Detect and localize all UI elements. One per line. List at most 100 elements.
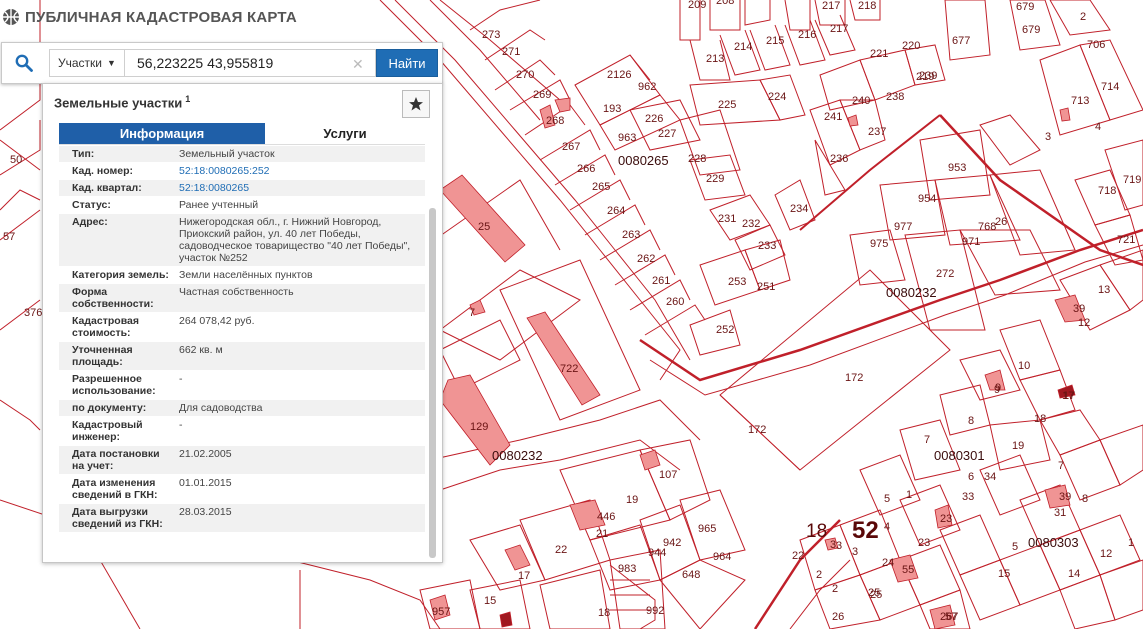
parcel-number-label: 963 (618, 132, 636, 144)
panel-title-text: Земельные участки (54, 95, 183, 111)
parcel-number-label: 225 (718, 99, 736, 111)
parcel-number-label: 227 (658, 128, 676, 140)
panel-scrollbar[interactable] (429, 208, 436, 558)
parcel-number-label: 4 (1095, 121, 1101, 133)
parcel-number-label: 26 (995, 216, 1007, 228)
building-number-label: 26 (832, 611, 844, 623)
parcel-number-label: 214 (734, 41, 752, 53)
parcel-number-label: 992 (646, 605, 664, 617)
parcel-number-label: 15 (484, 595, 496, 607)
parcel-number-label: 962 (638, 81, 656, 93)
parcel-number-label: 714 (1101, 81, 1119, 93)
building-number-label: 25 (478, 221, 490, 233)
parcel-number-label: 50 (10, 154, 22, 166)
parcel-number-label: 251 (757, 281, 775, 293)
parcel-number-label: 193 (603, 103, 621, 115)
parcel-number-label: 22 (792, 550, 804, 562)
attribute-key: Кад. номер: (72, 165, 134, 177)
parcel-number-label: 17 (518, 570, 530, 582)
tab-information[interactable]: Информация (59, 123, 265, 144)
parcel-number-label: 376 (24, 307, 42, 319)
parcel-number-label: 718 (1098, 185, 1116, 197)
search-type-select[interactable]: Участки ▼ (49, 49, 124, 77)
attribute-value: 21.02.2005 (179, 448, 232, 460)
chevron-down-icon: ▼ (107, 58, 116, 68)
parcel-number-label: 8 (1082, 493, 1088, 505)
parcel-number-label: 954 (918, 193, 936, 205)
attribute-value-link[interactable]: 52:18:0080265 (177, 180, 425, 196)
parcel-number-label: 217 (822, 0, 840, 12)
quarter-label: 0080232 (886, 285, 937, 300)
parcel-number-label: 4 (884, 521, 890, 533)
attribute-value: Земли населённых пунктов (179, 269, 313, 281)
app-header: ПУБЛИЧНАЯ КАДАСТРОВАЯ КАРТА (0, 0, 297, 34)
parcel-number-label: 236 (830, 153, 848, 165)
parcel-number-label: 172 (845, 372, 863, 384)
parcel-number-label: 263 (622, 229, 640, 241)
parcel-number-label: 713 (1071, 95, 1089, 107)
attribute-row: по документу: Для садоводства (59, 400, 425, 417)
attribute-key: Статус: (72, 199, 111, 211)
building-number-label: 39 (1073, 303, 1085, 315)
attribute-row: Дата изменения сведений в ГКН: 01.01.2015 (59, 475, 425, 504)
attribute-value: 662 кв. м (179, 344, 223, 356)
parcel-number-label: 33 (962, 491, 974, 503)
attribute-row: Кад. квартал: 52:18:0080265 (59, 180, 425, 197)
parcel-number-label: 2 (832, 583, 838, 595)
parcel-number-label: 215 (766, 35, 784, 47)
parcel-number-label: 3 (852, 546, 858, 558)
parcel-number-label: 271 (502, 46, 520, 58)
parcel-number-label: 260 (666, 296, 684, 308)
parcel-number-label: 220 (902, 40, 920, 52)
attribute-key: Кадастровый инженер: (72, 419, 143, 443)
search-input[interactable] (124, 49, 376, 77)
attribute-value-link[interactable]: 52:18:0080265:252 (177, 163, 425, 179)
attribute-value: Частная собственность (179, 286, 294, 298)
building-number-label: 23 (940, 513, 952, 525)
parcel-number-label: 57 (3, 231, 15, 243)
parcel-number-label: 209 (688, 0, 706, 11)
quarter-label: 0080303 (1028, 535, 1079, 550)
parcel-number-label: 22 (555, 544, 567, 556)
attribute-row: Кад. номер: 52:18:0080265:252 (59, 163, 425, 180)
parcel-number-label: 25 (870, 589, 882, 601)
attribute-key: Форма собственности: (72, 286, 154, 310)
attribute-row: Кадастровая стоимость: 264 078,42 руб. (59, 313, 425, 342)
attribute-key: Разрешенное использование: (72, 373, 156, 397)
parcel-number-label: 964 (713, 551, 731, 563)
building-number-label: 57 (945, 611, 957, 623)
parcel-number-label: 1 (1128, 537, 1134, 549)
parcel-number-label: 971 (962, 236, 980, 248)
building-number-label: 957 (432, 606, 450, 618)
parcel-number-label: 269 (533, 89, 551, 101)
quarter-label: 0080265 (618, 153, 669, 168)
parcel-number-label: 238 (886, 91, 904, 103)
parcel-number-label: 228 (688, 153, 706, 165)
attribute-row: Разрешенное использование: - (59, 371, 425, 400)
parcel-number-label: 8 (968, 415, 974, 427)
parcel-number-label: 267 (562, 141, 580, 153)
parcel-number-label: 7 (924, 434, 930, 446)
attribute-row: Уточненная площадь: 662 кв. м (59, 342, 425, 371)
attribute-value: 28.03.2015 (179, 506, 232, 518)
building-number-label: 446 (597, 511, 615, 523)
parcel-number-label: 677 (952, 35, 970, 47)
tab-services[interactable]: Услуги (265, 123, 425, 144)
parcel-number-label: 226 (645, 113, 663, 125)
parcel-number-label: 253 (728, 276, 746, 288)
search-icon[interactable] (2, 43, 46, 83)
building-number-label: 9 (995, 382, 1001, 394)
parcel-number-label: 233 (758, 240, 776, 252)
favorite-star-button[interactable] (402, 90, 430, 118)
clear-icon[interactable]: ✕ (352, 56, 364, 73)
parcel-number-label: 5 (884, 493, 890, 505)
parcel-number-label: 261 (652, 275, 670, 287)
attribute-row: Дата выгрузки сведений из ГКН: 28.03.2015 (59, 504, 425, 533)
parcel-number-label: 12 (1100, 548, 1112, 560)
attribute-value: Нижегородская обл., г. Нижний Новгород, … (179, 216, 411, 264)
find-button[interactable]: Найти (376, 49, 438, 77)
parcel-number-label: 264 (607, 205, 625, 217)
parcel-number-label: 7 (469, 307, 475, 319)
parcel-number-label: 268 (546, 115, 564, 127)
parcel-number-label: 172 (748, 424, 766, 436)
